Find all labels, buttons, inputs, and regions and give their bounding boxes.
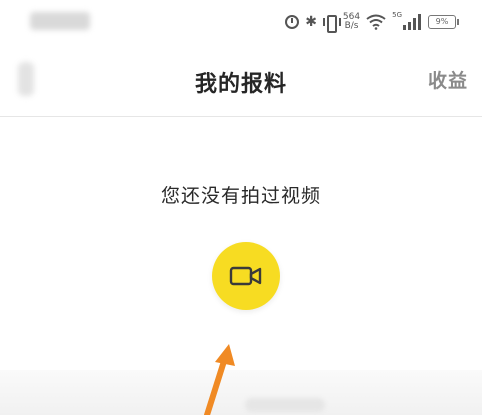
- earnings-link[interactable]: 收益: [428, 66, 468, 93]
- signal-icon: [403, 14, 421, 30]
- status-icons: ✱ 564 B/s 5G 9%: [285, 10, 459, 34]
- annotation-arrow-icon: [204, 344, 235, 415]
- status-bar: ✱ 564 B/s 5G 9%: [0, 0, 482, 44]
- alarm-icon: [285, 15, 300, 29]
- record-video-button[interactable]: [212, 242, 280, 310]
- status-time-blurred: [30, 12, 90, 30]
- network-speed: 564 B/s: [342, 12, 361, 31]
- vibrate-icon: [322, 15, 341, 33]
- battery-icon: 9%: [428, 15, 459, 29]
- wifi-icon: [366, 14, 386, 30]
- page-title: 我的报料: [194, 71, 287, 97]
- network-type: 5G: [392, 11, 402, 19]
- empty-state-message: 您还没有拍过视频: [160, 185, 321, 207]
- video-camera-icon: [229, 266, 262, 286]
- bottom-blurred-element: [245, 398, 325, 412]
- top-nav-bar: 我的报料 收益: [0, 44, 482, 116]
- header-divider: [0, 116, 482, 117]
- bluetooth-icon: ✱: [305, 14, 317, 30]
